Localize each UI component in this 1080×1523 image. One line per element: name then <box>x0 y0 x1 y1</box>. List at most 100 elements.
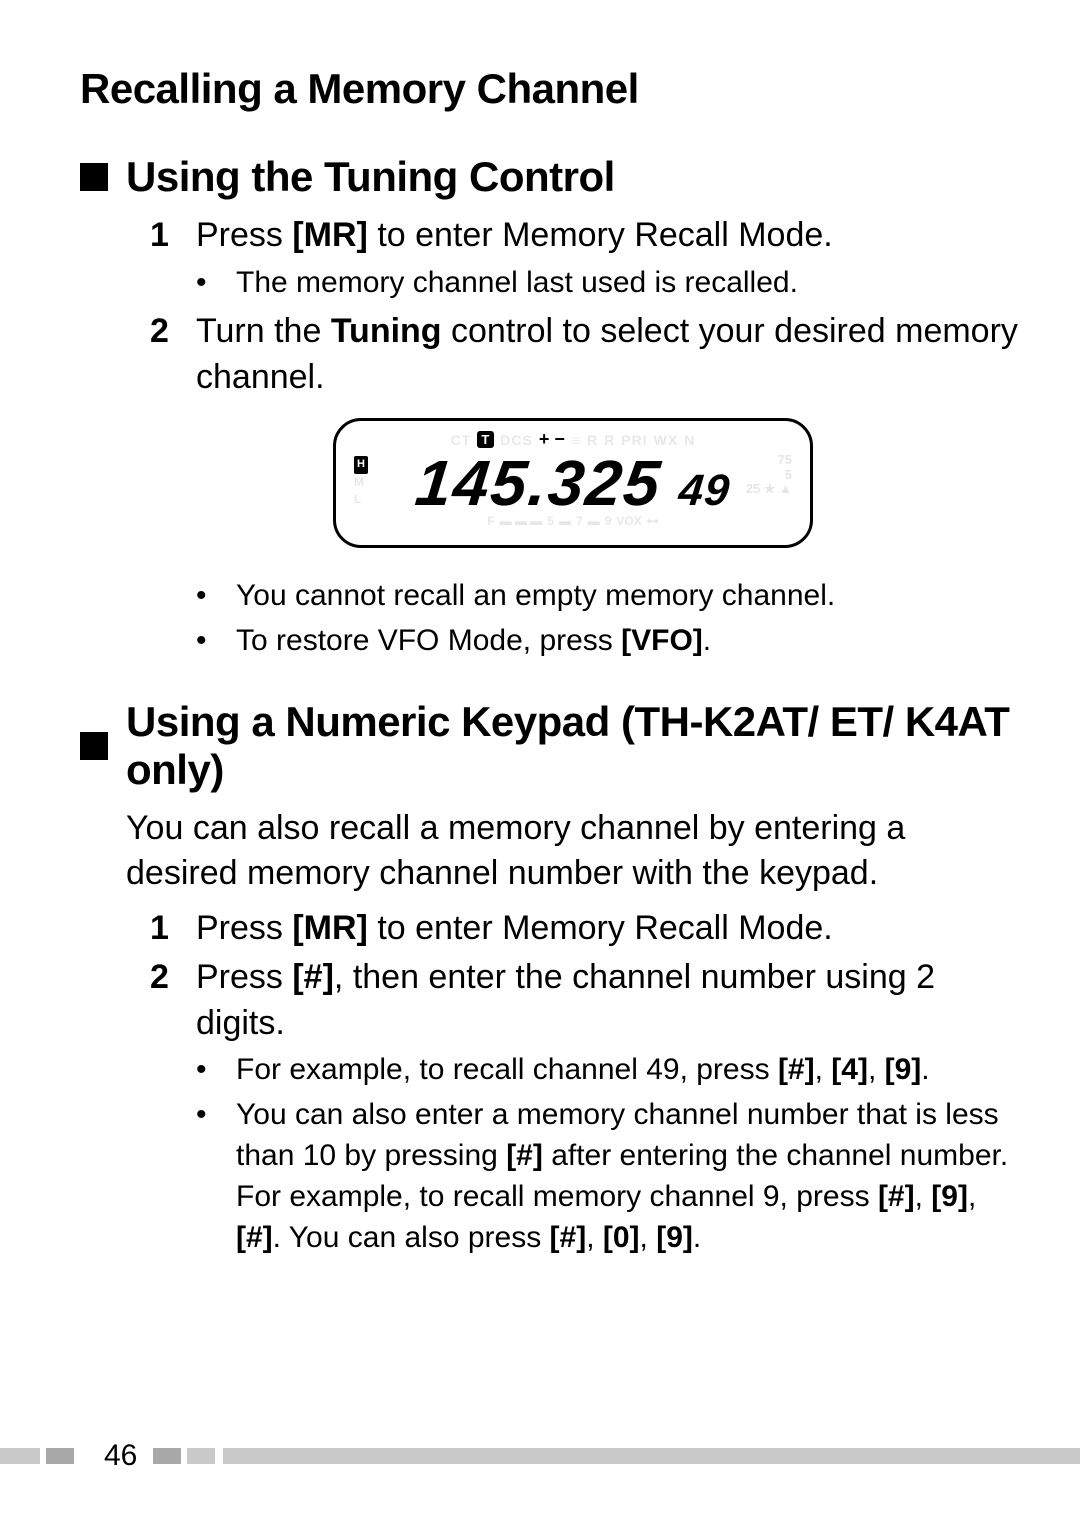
bullet-text: You cannot recall an empty memory channe… <box>236 576 1020 617</box>
text: to enter Memory Recall Mode. <box>368 216 833 254</box>
lcd-right-indicators: 75 5 25 ★ ▲ <box>746 453 792 496</box>
key-hash: [#] <box>550 1221 587 1254</box>
section1-steps-b: 2 Turn the Tuning control to select your… <box>150 309 1020 400</box>
text: , <box>915 1180 932 1213</box>
section2-steps: 1 Press [MR] to enter Memory Recall Mode… <box>150 906 1020 1047</box>
text: Press <box>196 909 292 947</box>
key-9: [9] <box>885 1053 922 1086</box>
key-tuning: Tuning <box>331 312 442 350</box>
triangle-icon: ▲ <box>779 481 792 496</box>
text: For example, to recall channel 49, press <box>236 1053 778 1086</box>
step-2: 2 Turn the Tuning control to select your… <box>150 309 1020 400</box>
step-1: 1 Press [MR] to enter Memory Recall Mode… <box>150 906 1020 952</box>
lcd-frequency: 145.325 <box>412 446 665 520</box>
footer-bar-icon <box>223 1448 1080 1464</box>
text: to enter Memory Recall Mode. <box>368 909 833 947</box>
bullet-dot-icon: • <box>196 263 236 304</box>
text: , <box>815 1053 832 1086</box>
bullet: • You can also enter a memory channel nu… <box>196 1095 1020 1258</box>
square-bullet-icon <box>80 163 108 191</box>
key-9: [9] <box>931 1180 968 1213</box>
lcd-5: 5 <box>746 468 792 482</box>
step-number: 2 <box>150 309 196 400</box>
lcd-75: 75 <box>746 453 792 467</box>
key-mr: [MR] <box>292 216 368 254</box>
step-text: Press [#], then enter the channel number… <box>196 955 1020 1046</box>
bullet: •You cannot recall an empty memory chann… <box>196 576 1020 617</box>
page-title: Recalling a Memory Channel <box>80 65 1020 113</box>
bullet-dot-icon: • <box>196 621 236 662</box>
text: Turn the <box>196 312 331 350</box>
text: , <box>968 1180 976 1213</box>
lcd-m: M <box>354 474 368 491</box>
key-9: [9] <box>656 1221 693 1254</box>
lcd-illustration: CT T DCS +− ≡ R R PRI WX N H M L 7 <box>126 418 1020 548</box>
footer-bar-icon <box>46 1448 74 1464</box>
page-footer: 46 <box>0 1447 1080 1465</box>
step-number: 2 <box>150 955 196 1046</box>
key-0: [0] <box>603 1221 640 1254</box>
bullet: •To restore VFO Mode, press [VFO]. <box>196 621 1020 662</box>
step-2: 2 Press [#], then enter the channel numb… <box>150 955 1020 1046</box>
section2-heading: Using a Numeric Keypad (TH-K2AT/ ET/ K4A… <box>126 698 1020 794</box>
step1-bullets: •The memory channel last used is recalle… <box>196 263 1020 304</box>
bullet-dot-icon: • <box>196 576 236 617</box>
text: To restore VFO Mode, press <box>236 624 621 657</box>
footer-bar-icon <box>0 1448 40 1464</box>
text: . <box>703 624 711 657</box>
section1-heading: Using the Tuning Control <box>126 153 615 201</box>
lcd-screen: CT T DCS +− ≡ R R PRI WX N H M L 7 <box>333 418 813 548</box>
square-bullet-icon <box>80 732 108 760</box>
footer-bar-icon <box>187 1448 215 1464</box>
bullet-text: For example, to recall channel 49, press… <box>236 1050 1020 1091</box>
text: Press <box>196 216 292 254</box>
text: , <box>868 1053 885 1086</box>
lcd-main-readout: 145.325 49 <box>352 446 794 520</box>
step-number: 1 <box>150 213 196 259</box>
key-mr: [MR] <box>292 909 368 947</box>
lcd-left-indicators: H M L <box>354 455 368 507</box>
lcd-n: N <box>684 432 695 448</box>
bullet-dot-icon: • <box>196 1050 236 1091</box>
key-hash: [#] <box>878 1180 915 1213</box>
key-4: [4] <box>831 1053 868 1086</box>
section2-heading-row: Using a Numeric Keypad (TH-K2AT/ ET/ K4A… <box>80 698 1020 794</box>
step-text: Press [MR] to enter Memory Recall Mode. <box>196 906 1020 952</box>
lcd-h-badge: H <box>354 456 368 473</box>
step-text: Turn the Tuning control to select your d… <box>196 309 1020 400</box>
footer-bar-icon <box>153 1448 181 1464</box>
page-number: 46 <box>104 1439 137 1473</box>
key-hash: [#] <box>778 1053 815 1086</box>
step-number: 1 <box>150 906 196 952</box>
bullet-text: The memory channel last used is recalled… <box>236 263 1020 304</box>
section1-steps: 1 Press [MR] to enter Memory Recall Mode… <box>150 213 1020 259</box>
key-vfo: [VFO] <box>621 624 703 657</box>
text: . <box>921 1053 929 1086</box>
lcd-25: 25 <box>746 481 760 496</box>
text: , <box>586 1221 603 1254</box>
bullet-text: To restore VFO Mode, press [VFO]. <box>236 621 1020 662</box>
bullet: • For example, to recall channel 49, pre… <box>196 1050 1020 1091</box>
text: . You can also press <box>273 1221 550 1254</box>
key-hash: [#] <box>506 1139 543 1172</box>
key-hash: [#] <box>236 1221 273 1254</box>
section1-heading-row: Using the Tuning Control <box>80 153 1020 201</box>
bullet-text: You can also enter a memory channel numb… <box>236 1095 1020 1258</box>
step-text: Press [MR] to enter Memory Recall Mode. <box>196 213 1020 259</box>
text: . <box>693 1221 701 1254</box>
lcd-channel: 49 <box>677 466 733 516</box>
step2-bullets: •You cannot recall an empty memory chann… <box>196 576 1020 662</box>
bullet-dot-icon: • <box>196 1095 236 1258</box>
key-hash: [#] <box>292 958 334 996</box>
step-1: 1 Press [MR] to enter Memory Recall Mode… <box>150 213 1020 259</box>
bullet: •The memory channel last used is recalle… <box>196 263 1020 304</box>
star-icon: ★ <box>764 481 776 496</box>
text: , <box>640 1221 657 1254</box>
page: Recalling a Memory Channel Using the Tun… <box>0 0 1080 1523</box>
text: Press <box>196 958 292 996</box>
section2-step2-bullets: • For example, to recall channel 49, pre… <box>196 1050 1020 1258</box>
section2-intro: You can also recall a memory channel by … <box>126 806 1020 896</box>
section2-body: You can also recall a memory channel by … <box>126 806 1020 1258</box>
section1-body: 1 Press [MR] to enter Memory Recall Mode… <box>126 213 1020 662</box>
lcd-l: L <box>354 491 368 508</box>
